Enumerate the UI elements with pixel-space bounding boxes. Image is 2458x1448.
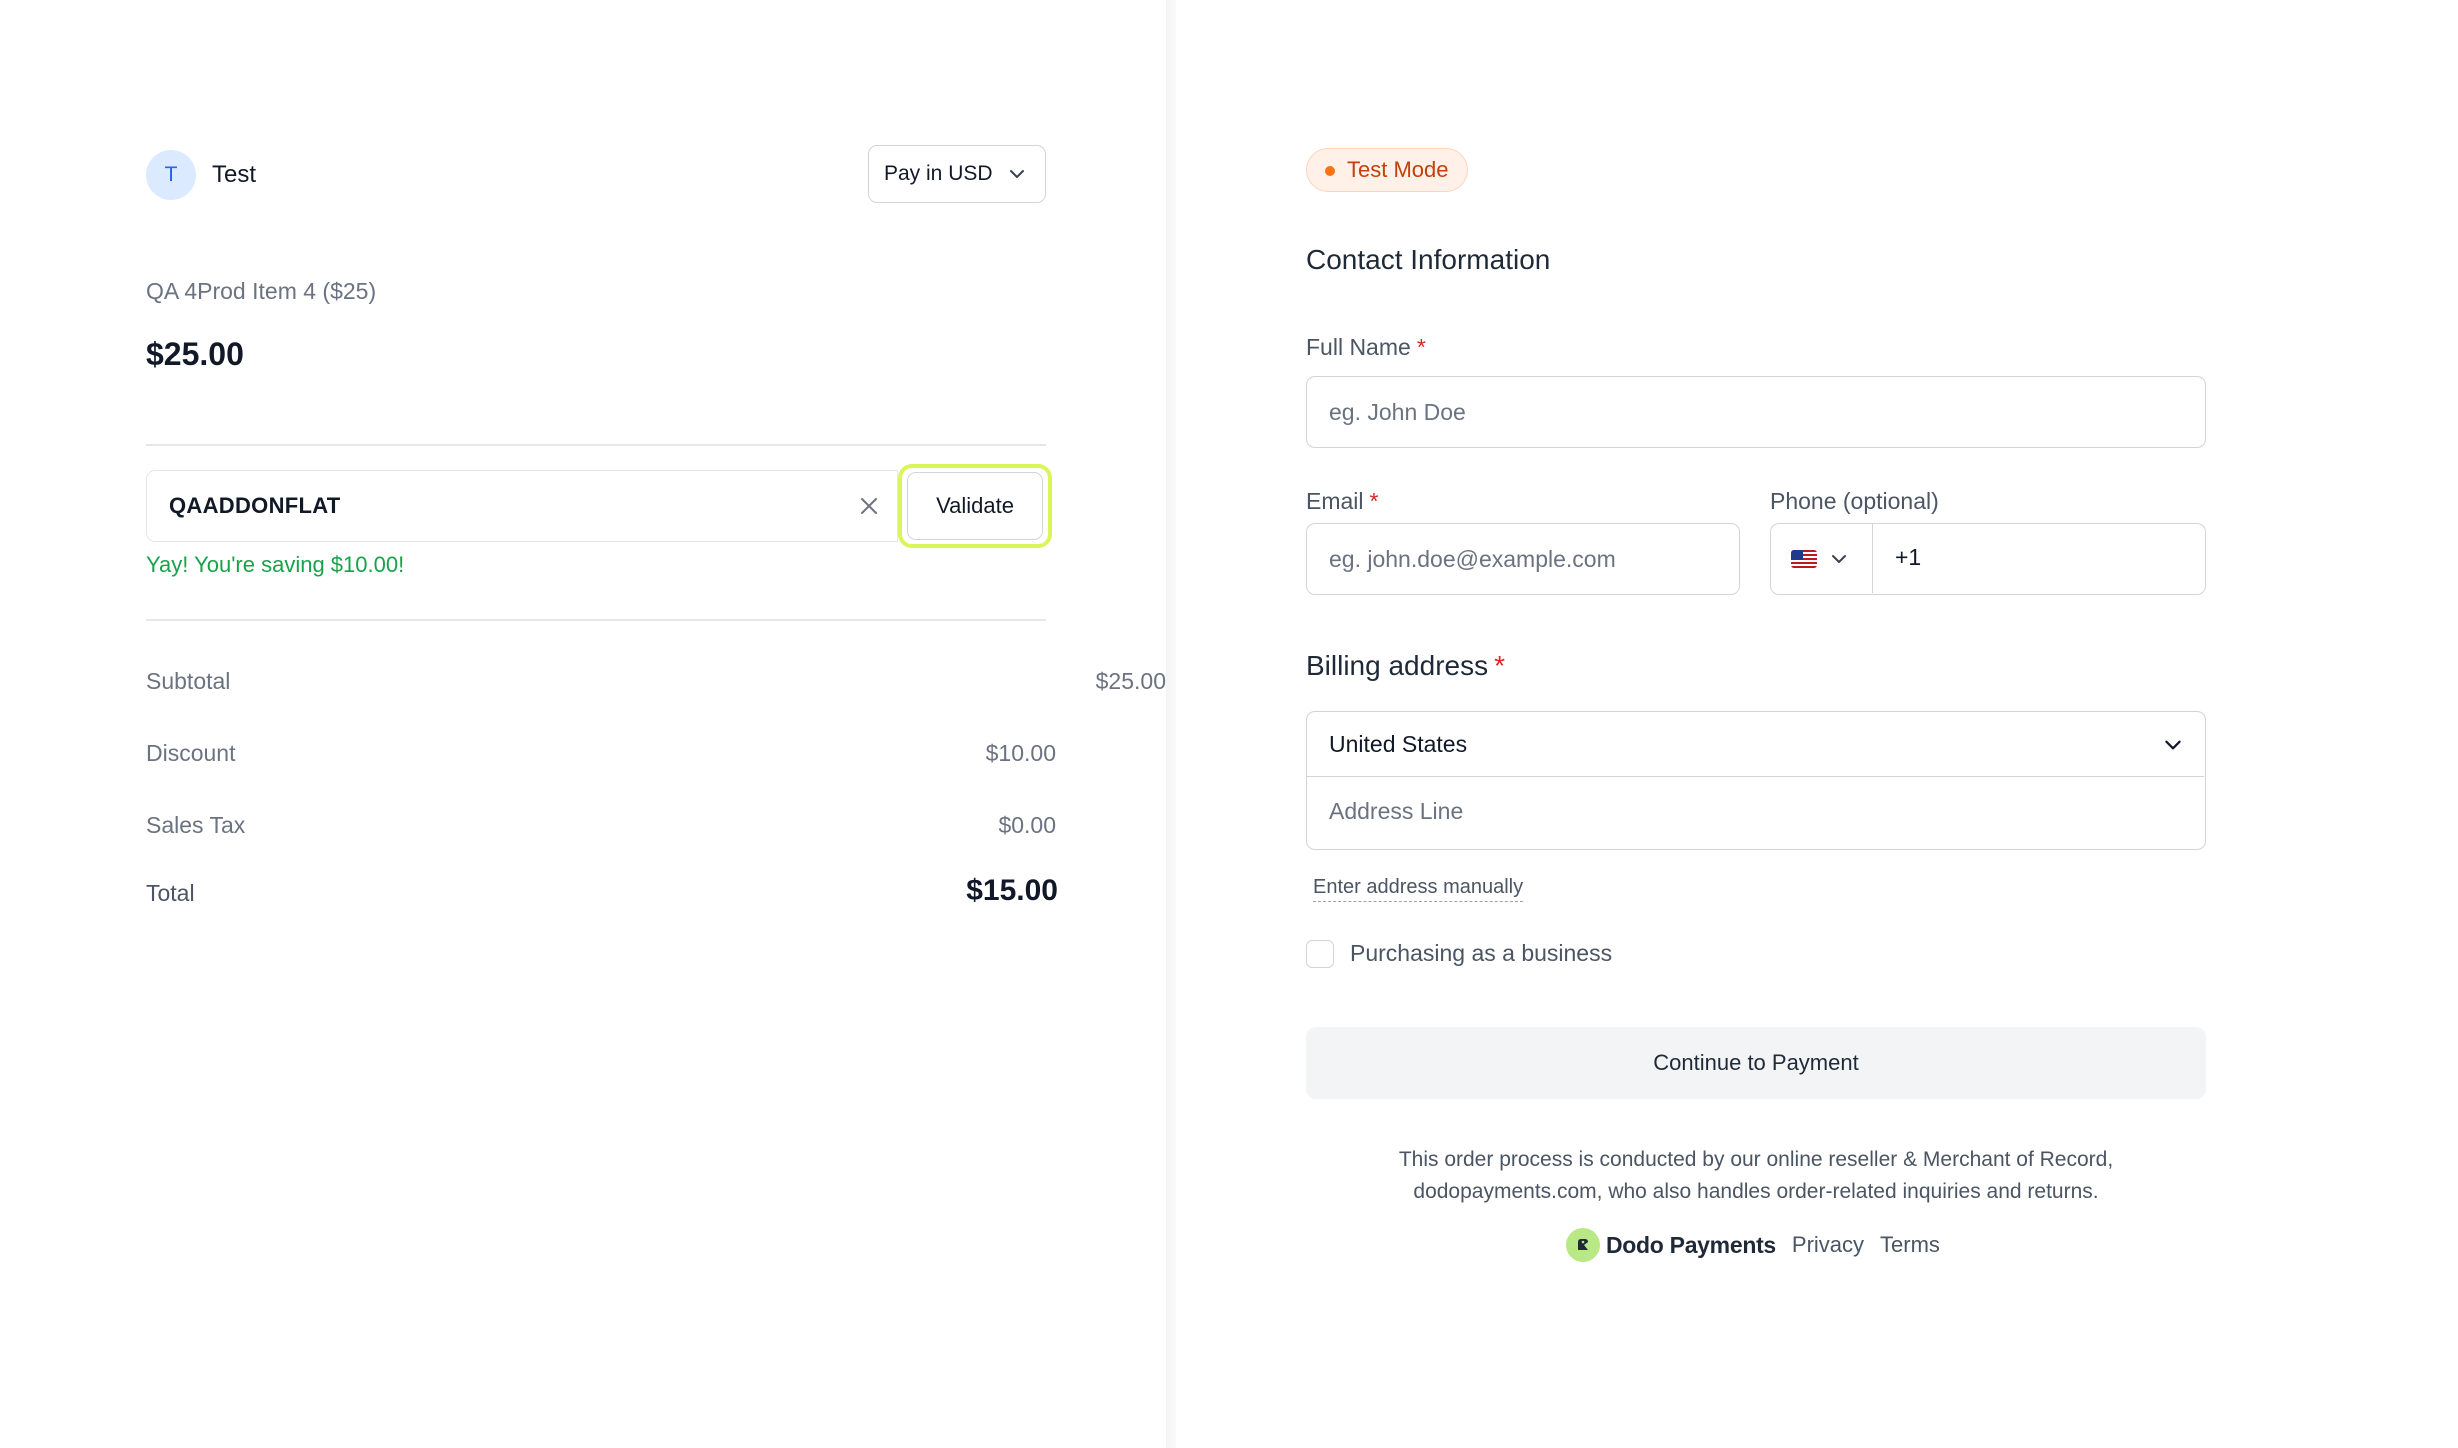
phone-prefix[interactable]: +1	[1895, 544, 1921, 571]
close-icon[interactable]	[857, 494, 881, 518]
subtotal-value: $25.00	[1095, 668, 1166, 694]
note-line-1: This order process is conducted by our o…	[1398, 1148, 2114, 1171]
required-mark: *	[1416, 334, 1426, 360]
discount-value: $10.00	[985, 740, 1056, 766]
full-name-input[interactable]	[1329, 398, 2205, 426]
email-input[interactable]	[1329, 545, 1739, 573]
email-label: Email *	[1306, 488, 1378, 515]
validate-button-inner: Validate	[907, 472, 1043, 540]
total-value: $15.00	[966, 874, 1058, 907]
phone-country-select[interactable]	[1771, 524, 1873, 593]
phone-field: +1	[1770, 523, 2206, 595]
business-checkbox-label[interactable]: Purchasing as a business	[1350, 940, 1612, 967]
chevron-down-icon	[2165, 740, 2181, 750]
divider	[146, 444, 1046, 446]
test-mode-label: Test Mode	[1347, 157, 1449, 182]
country-select[interactable]: United States	[1307, 712, 2204, 777]
email-label-text: Email	[1306, 488, 1364, 514]
terms-link[interactable]: Terms	[1880, 1232, 1940, 1258]
address-line-input[interactable]: Address Line	[1329, 798, 1463, 825]
coupon-value: QAADDONFLAT	[169, 493, 341, 518]
email-field[interactable]	[1306, 523, 1740, 595]
status-dot-icon	[1325, 166, 1335, 176]
us-flag-icon	[1791, 549, 1817, 568]
billing-address-title-text: Billing address	[1306, 650, 1489, 681]
test-mode-badge: Test Mode	[1306, 148, 1468, 192]
phone-label: Phone (optional)	[1770, 488, 1939, 514]
enter-address-manually-link[interactable]: Enter address manually	[1313, 876, 1524, 902]
order-summary-panel: T Test Pay in USD QA 4Prod Item 4 ($25) …	[0, 0, 1166, 1448]
footer-links: Dodo Payments Privacy Terms	[1566, 1228, 1940, 1262]
sales-tax-value: $0.00	[998, 812, 1056, 838]
billing-address-title: Billing address *	[1306, 650, 1505, 682]
coupon-input[interactable]: QAADDONFLAT	[146, 470, 898, 542]
divider	[146, 619, 1046, 621]
dodo-logo-icon	[1566, 1228, 1600, 1262]
merchant-name: Test	[212, 161, 257, 188]
note-line-2: dodopayments.com, who also handles order…	[1413, 1180, 2099, 1203]
currency-select[interactable]: Pay in USD	[868, 145, 1046, 203]
full-name-field[interactable]	[1306, 376, 2206, 448]
coupon-success-message: Yay! You're saving $10.00!	[146, 552, 405, 577]
full-name-label: Full Name *	[1306, 334, 1426, 361]
merchant-brand: T Test	[146, 150, 256, 200]
privacy-link[interactable]: Privacy	[1792, 1232, 1864, 1258]
business-checkbox[interactable]	[1306, 940, 1334, 968]
chevron-down-icon	[1832, 554, 1846, 563]
continue-to-payment-button[interactable]: Continue to Payment	[1306, 1027, 2206, 1099]
contact-information-title: Contact Information	[1306, 244, 1551, 275]
product-price: $25.00	[146, 336, 244, 372]
product-name: QA 4Prod Item 4 ($25)	[146, 278, 377, 304]
avatar: T	[146, 150, 196, 200]
full-name-label-text: Full Name	[1306, 334, 1411, 360]
chevron-down-icon	[1010, 170, 1024, 178]
currency-label: Pay in USD	[884, 162, 993, 185]
dodo-payments-brand: Dodo Payments	[1606, 1231, 1776, 1258]
country-value: United States	[1329, 730, 1468, 757]
continue-label: Continue to Payment	[1653, 1050, 1859, 1075]
merchant-of-record-note: This order process is conducted by our o…	[1306, 1144, 2206, 1208]
required-mark: *	[1494, 650, 1506, 681]
validate-button[interactable]: Validate	[898, 464, 1052, 548]
required-mark: *	[1369, 488, 1379, 514]
billing-address-box: United States Address Line	[1306, 711, 2206, 850]
panel-divider	[1166, 0, 1176, 1448]
validate-label: Validate	[936, 493, 1014, 518]
